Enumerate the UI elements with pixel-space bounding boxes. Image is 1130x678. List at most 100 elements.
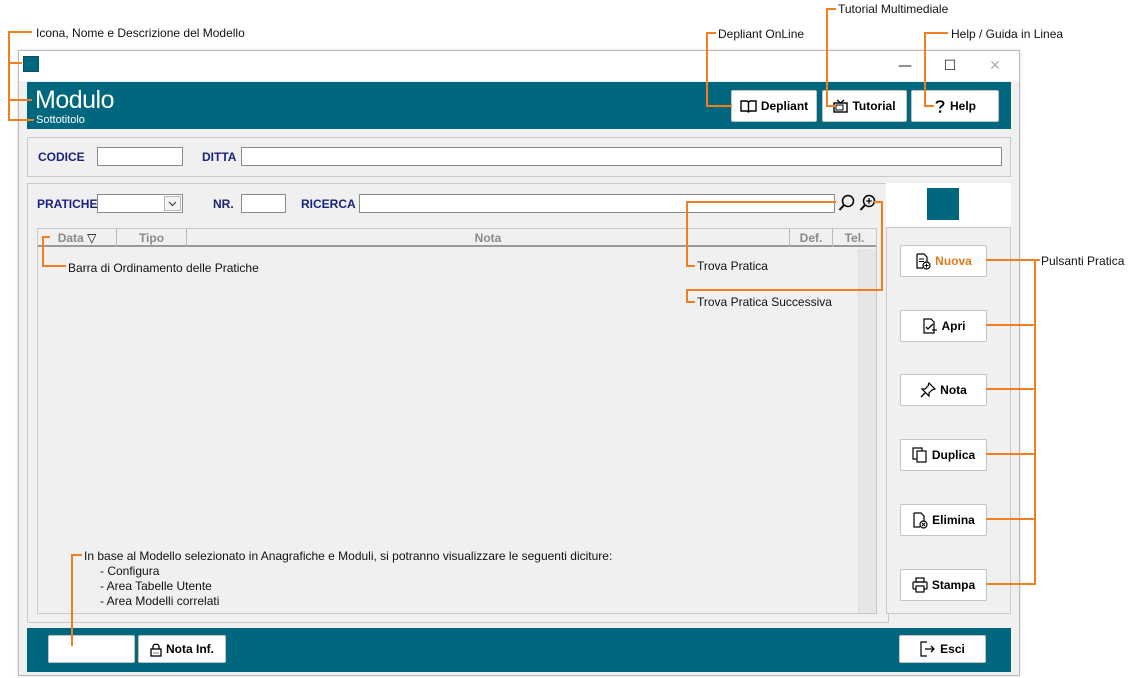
- chevron-down-icon[interactable]: [164, 196, 181, 211]
- exit-icon: [920, 641, 936, 657]
- nota-label: Nota: [940, 383, 967, 397]
- callout-line: [924, 32, 926, 107]
- apri-label: Apri: [941, 319, 966, 333]
- duplica-label: Duplica: [931, 448, 976, 462]
- pratiche-label: PRATICHE: [37, 197, 98, 211]
- ditta-input[interactable]: [241, 147, 1002, 166]
- app-icon: [23, 56, 39, 72]
- callout-line: [686, 265, 695, 267]
- nuova-label: Nuova: [935, 254, 972, 268]
- callout-line: [8, 99, 32, 101]
- module-header: Modulo Sottotitolo Depliant Tutorial Hel…: [27, 82, 1011, 129]
- callout-line: [826, 8, 828, 107]
- question-icon: [935, 99, 945, 113]
- anagrafica-panel: CODICE DITTA: [27, 137, 1011, 177]
- column-data-label: Data: [57, 231, 84, 245]
- codice-input[interactable]: [97, 147, 183, 166]
- annotation-info-line4: - Area Modelli correlati: [100, 594, 220, 608]
- annotation-depliant: Depliant OnLine: [718, 27, 805, 41]
- callout-line: [8, 31, 10, 120]
- callout-line: [1034, 259, 1036, 585]
- callout-line: [42, 265, 66, 267]
- maximize-button[interactable]: ☐: [935, 55, 965, 77]
- search-icon[interactable]: [838, 194, 856, 212]
- callout-line: [986, 259, 1036, 261]
- nota-inf-label: Nota Inf.: [166, 642, 214, 656]
- column-data[interactable]: Data ▽: [38, 229, 117, 247]
- callout-line: [986, 388, 1036, 390]
- tutorial-label: Tutorial: [852, 99, 896, 113]
- annotation-trova: Trova Pratica: [697, 259, 768, 273]
- printer-icon: [912, 577, 928, 593]
- annotation-info-line3: - Area Tabelle Utente: [100, 579, 212, 593]
- annotation-tutorial: Tutorial Multimediale: [838, 2, 949, 16]
- callout-line: [986, 324, 1036, 326]
- column-tipo[interactable]: Tipo: [117, 229, 187, 247]
- open-document-icon: [922, 317, 937, 334]
- nr-input[interactable]: [241, 194, 286, 213]
- new-document-icon: [916, 252, 931, 270]
- module-subtitle: Sottotitolo: [36, 114, 85, 126]
- ditta-label: DITTA: [202, 150, 237, 164]
- column-def[interactable]: Def.: [790, 229, 833, 247]
- elimina-button[interactable]: Elimina: [900, 504, 987, 536]
- nr-label: NR.: [213, 197, 234, 211]
- annotation-trova-succ: Trova Pratica Successiva: [697, 295, 832, 309]
- callout-line: [71, 554, 73, 646]
- callout-line: [686, 201, 836, 203]
- list-header: Data ▽ Tipo Nota Def. Tel.: [38, 229, 876, 247]
- callout-line: [8, 31, 32, 33]
- annotation-info-line1: In base al Modello selezionato in Anagra…: [84, 549, 613, 563]
- model-icon: [927, 188, 959, 220]
- callout-line: [986, 518, 1036, 520]
- practice-buttons-panel: Nuova Apri Nota Duplica Elimina Stampa: [886, 227, 1011, 614]
- callout-line: [686, 301, 695, 303]
- callout-line: [686, 289, 883, 291]
- depliant-button[interactable]: Depliant: [731, 90, 817, 122]
- stampa-button[interactable]: Stampa: [900, 569, 987, 601]
- esci-label: Esci: [940, 642, 965, 656]
- column-tel[interactable]: Tel.: [833, 229, 876, 247]
- callout-line: [924, 32, 948, 34]
- book-icon: [740, 100, 757, 113]
- nota-button[interactable]: Nota: [900, 374, 987, 406]
- close-button[interactable]: ✕: [980, 55, 1010, 77]
- callout-line: [686, 201, 688, 267]
- callout-line: [8, 62, 22, 64]
- lock-icon: [150, 643, 162, 657]
- stampa-label: Stampa: [931, 578, 976, 592]
- nuova-button[interactable]: Nuova: [900, 245, 987, 277]
- list-scrollbar[interactable]: [858, 249, 876, 613]
- callout-line: [986, 453, 1036, 455]
- pratiche-select[interactable]: [97, 194, 183, 213]
- nota-inf-button[interactable]: Nota Inf.: [138, 635, 226, 663]
- help-label: Help: [949, 99, 976, 113]
- duplica-button[interactable]: Duplica: [900, 439, 987, 471]
- callout-line: [986, 583, 1036, 585]
- elimina-label: Elimina: [932, 513, 975, 527]
- column-nota[interactable]: Nota: [187, 229, 790, 247]
- callout-line: [8, 119, 34, 121]
- callout-line: [42, 236, 44, 267]
- annotation-icona: Icona, Nome e Descrizione del Modello: [36, 26, 245, 40]
- search-next-icon[interactable]: [859, 194, 877, 212]
- footer-blank-button[interactable]: [48, 635, 135, 663]
- callout-line: [881, 201, 883, 291]
- callout-line: [924, 105, 934, 107]
- callout-line: [826, 105, 836, 107]
- callout-line: [706, 105, 732, 107]
- module-title: Modulo: [35, 86, 115, 114]
- annotation-pulsanti: Pulsanti Pratica: [1041, 254, 1125, 268]
- model-preview: [886, 183, 1011, 231]
- apri-button[interactable]: Apri: [900, 310, 987, 342]
- sort-down-icon: ▽: [87, 231, 97, 245]
- depliant-label: Depliant: [760, 99, 809, 113]
- ricerca-input[interactable]: [359, 194, 835, 213]
- esci-button[interactable]: Esci: [899, 635, 986, 663]
- title-bar: — ☐ ✕: [19, 51, 1019, 81]
- footer-bar: Nota Inf. Esci: [27, 628, 1011, 672]
- pin-icon: [920, 382, 937, 398]
- minimize-button[interactable]: —: [890, 55, 920, 77]
- annotation-barra: Barra di Ordinamento delle Pratiche: [68, 261, 259, 275]
- codice-label: CODICE: [38, 150, 85, 164]
